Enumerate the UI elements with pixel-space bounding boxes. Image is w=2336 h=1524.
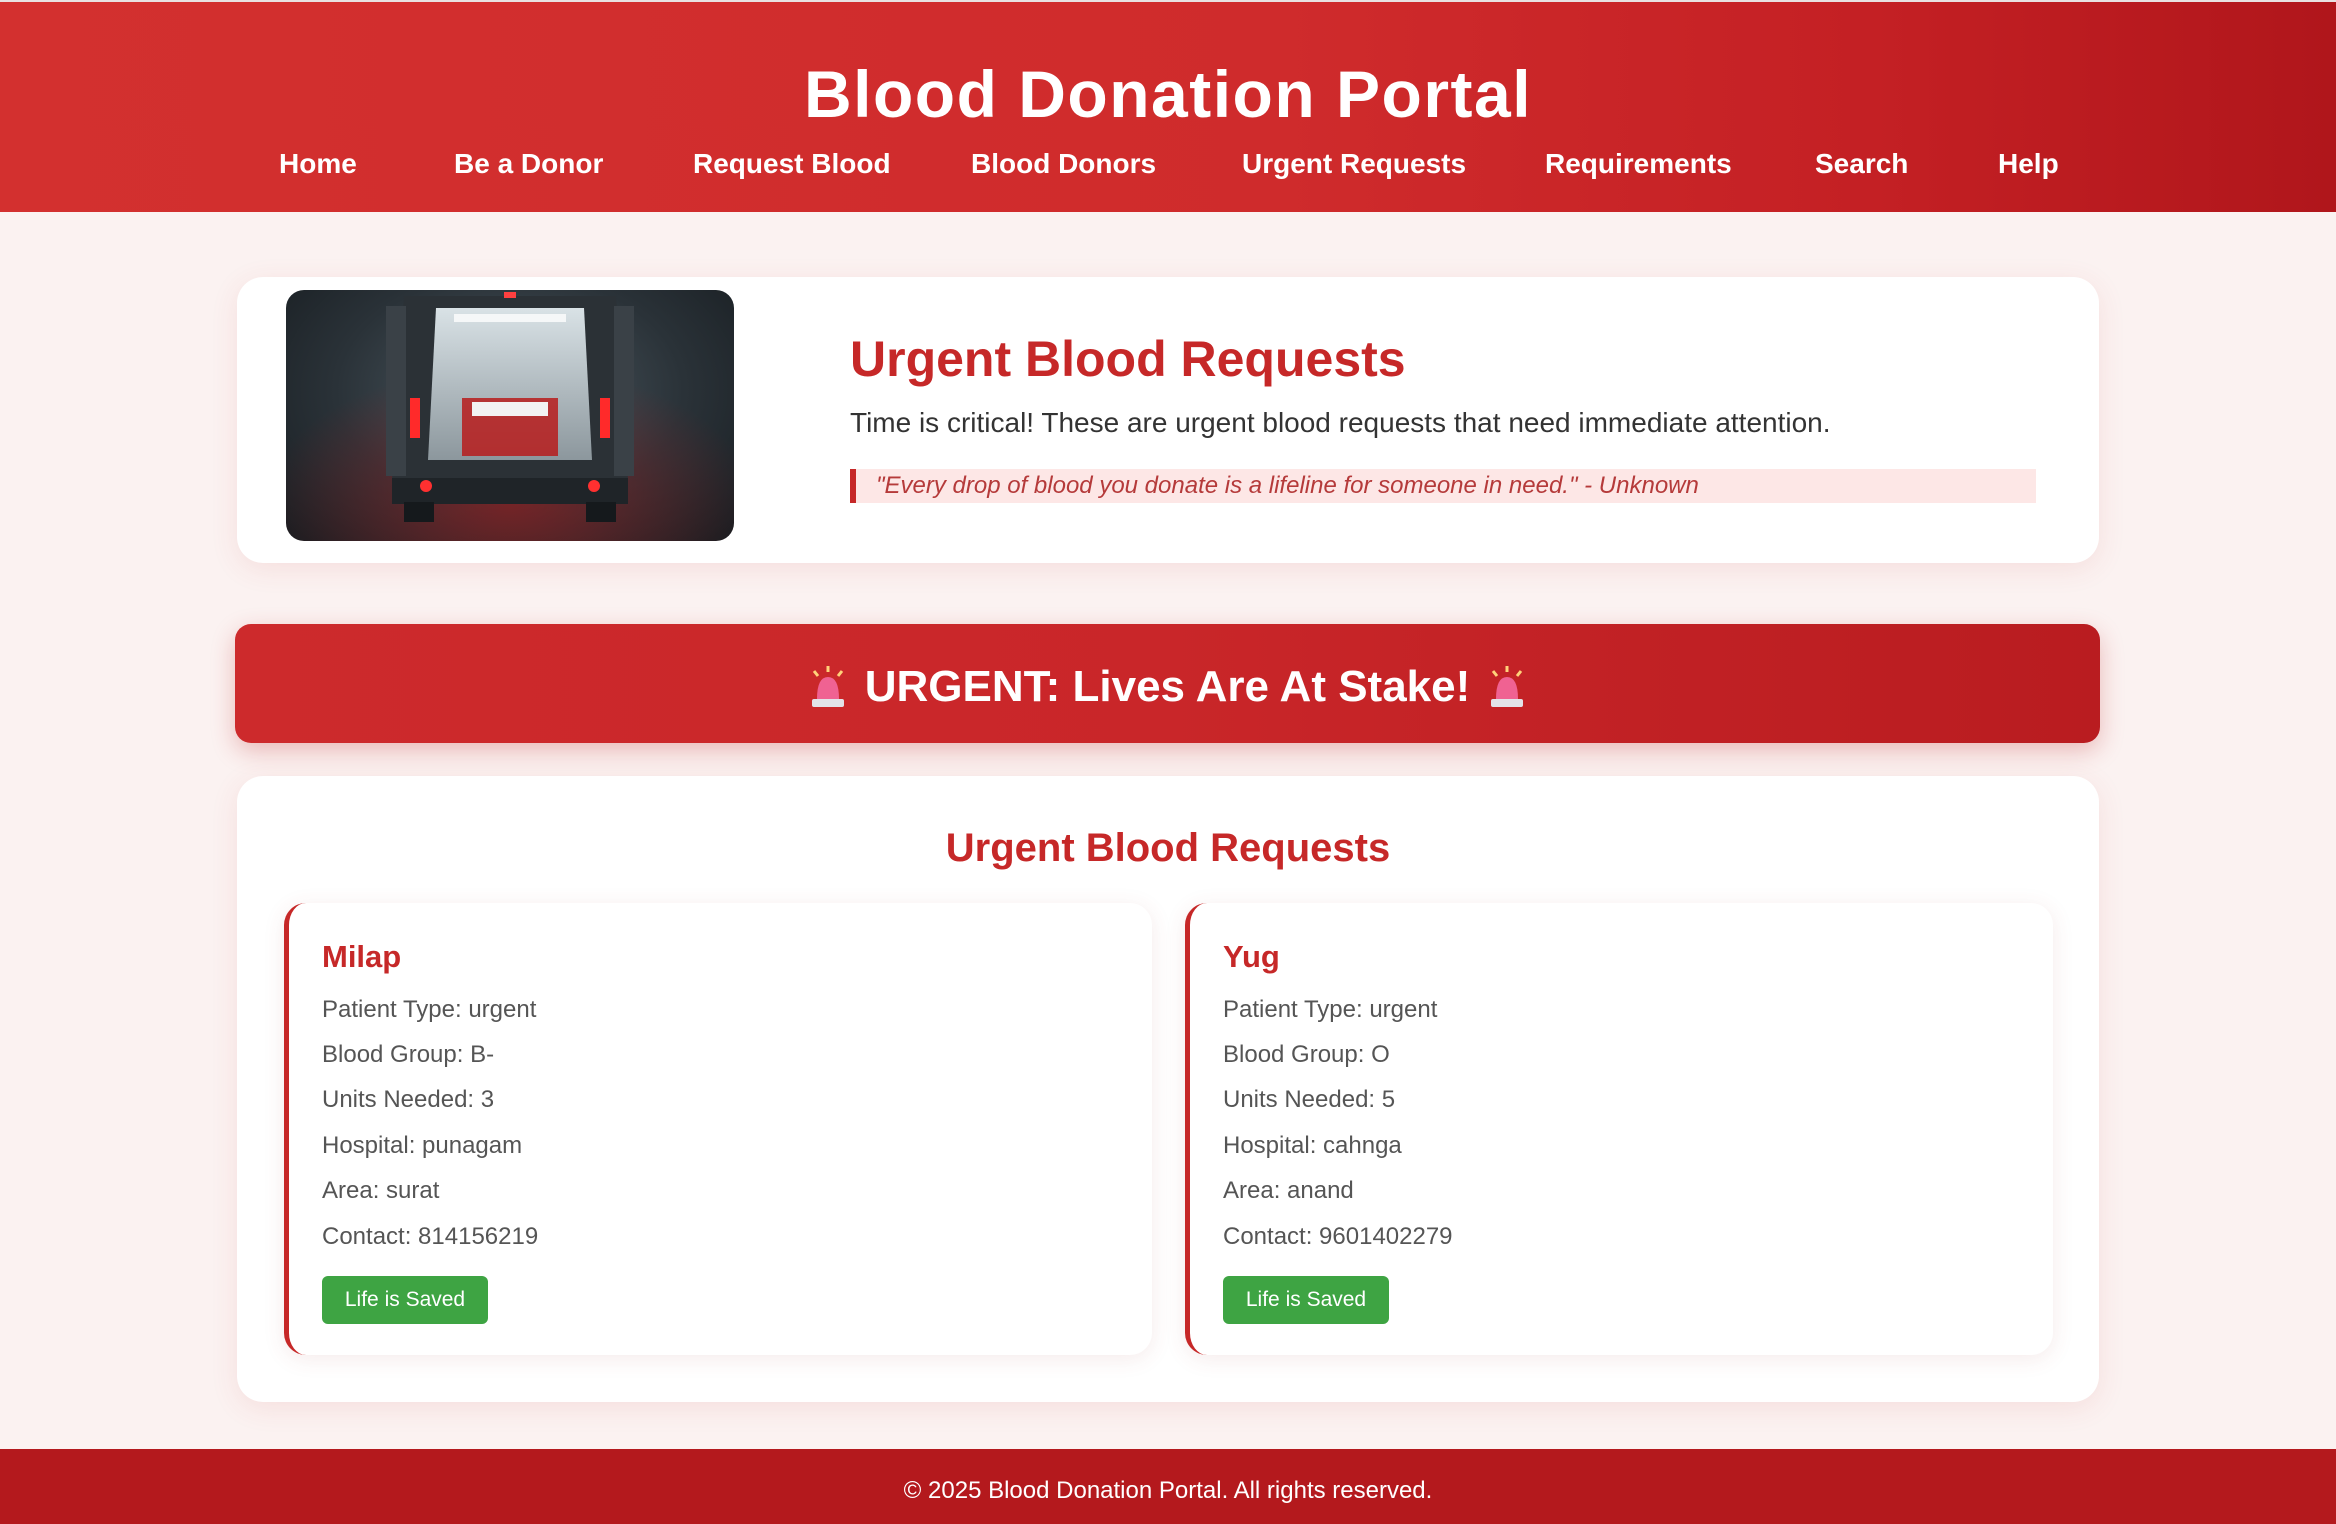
- ambulance-illustration: [286, 290, 734, 541]
- main-nav: Home Be a Donor Request Blood Blood Dono…: [0, 148, 2336, 188]
- patient-type: Patient Type: urgent: [1223, 996, 1438, 1023]
- blood-group: Blood Group: B-: [322, 1041, 495, 1068]
- footer-copyright: © 2025 Blood Donation Portal. All rights…: [903, 1477, 1433, 1504]
- hospital: Hospital: cahnga: [1223, 1132, 1402, 1159]
- request-card: Yug Patient Type: urgent Blood Group: O …: [1185, 903, 2053, 1355]
- life-is-saved-button[interactable]: Life is Saved: [322, 1276, 488, 1324]
- patient-type: Patient Type: urgent: [322, 996, 537, 1023]
- hero-card: Urgent Blood Requests Time is critical! …: [237, 277, 2099, 563]
- nav-home[interactable]: Home: [279, 148, 357, 180]
- hero-description: Time is critical! These are urgent blood…: [850, 407, 1831, 438]
- site-title: Blood Donation Portal: [803, 57, 1533, 131]
- nav-urgent-requests[interactable]: Urgent Requests: [1242, 148, 1466, 180]
- nav-search[interactable]: Search: [1815, 148, 1908, 180]
- ambulance-image: [286, 290, 734, 541]
- contact: Contact: 814156219: [322, 1223, 539, 1250]
- requests-title: Urgent Blood Requests: [945, 826, 1391, 870]
- banner-content: URGENT: Lives Are At Stake!: [235, 662, 2100, 711]
- urgent-banner-text: URGENT: Lives Are At Stake!: [864, 662, 1471, 711]
- hero-heading: Urgent Blood Requests: [850, 331, 1406, 387]
- units-needed: Units Needed: 3: [322, 1086, 495, 1113]
- nav-blood-donors[interactable]: Blood Donors: [971, 148, 1156, 180]
- nav-be-a-donor[interactable]: Be a Donor: [454, 148, 603, 180]
- donation-quote: "Every drop of blood you donate is a lif…: [850, 469, 2036, 503]
- units-needed: Units Needed: 5: [1223, 1086, 1396, 1113]
- request-card: Milap Patient Type: urgent Blood Group: …: [284, 903, 1152, 1355]
- nav-request-blood[interactable]: Request Blood: [693, 148, 891, 180]
- blood-group: Blood Group: O: [1223, 1041, 1390, 1068]
- life-is-saved-button[interactable]: Life is Saved: [1223, 1276, 1389, 1324]
- siren-icon: [808, 665, 848, 709]
- hospital: Hospital: punagam: [322, 1132, 523, 1159]
- urgent-requests-panel: Urgent Blood Requests Milap Patient Type…: [237, 776, 2099, 1402]
- site-footer: © 2025 Blood Donation Portal. All rights…: [0, 1449, 2336, 1524]
- urgent-banner: URGENT: Lives Are At Stake!: [235, 624, 2100, 743]
- patient-name: Milap: [322, 939, 402, 974]
- site-header: Blood Donation Portal Home Be a Donor Re…: [0, 0, 2336, 212]
- contact: Contact: 9601402279: [1223, 1223, 1453, 1250]
- area: Area: anand: [1223, 1177, 1354, 1204]
- siren-icon: [1487, 665, 1527, 709]
- patient-name: Yug: [1223, 939, 1280, 974]
- nav-requirements[interactable]: Requirements: [1545, 148, 1732, 180]
- nav-help[interactable]: Help: [1998, 148, 2059, 180]
- area: Area: surat: [322, 1177, 440, 1204]
